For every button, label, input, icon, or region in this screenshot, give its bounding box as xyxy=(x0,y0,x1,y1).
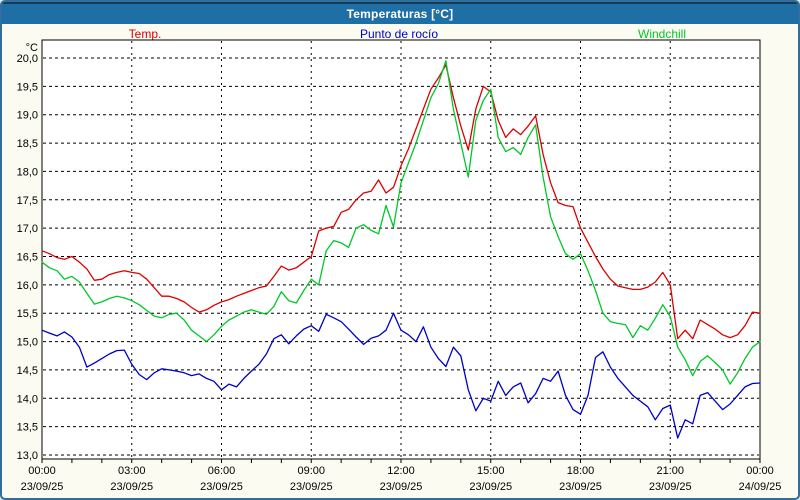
plot-border xyxy=(42,40,760,459)
app-window: Temperaturas [°C] Temp. Punto de rocío W… xyxy=(0,0,800,500)
x-tick-date-label: 23/09/25 xyxy=(21,481,64,493)
y-tick-label: 16,0 xyxy=(17,280,38,292)
y-tick-label: 15,0 xyxy=(17,337,38,349)
y-axis-unit-label: °C xyxy=(26,42,38,54)
x-tick-date-label: 23/09/25 xyxy=(649,481,692,493)
plot-background xyxy=(42,40,760,459)
y-tick-label: 14,0 xyxy=(17,393,38,405)
x-tick-date-label: 23/09/25 xyxy=(110,481,153,493)
x-tick-time-label: 00:00 xyxy=(28,465,56,477)
x-tick-date-label: 23/09/25 xyxy=(200,481,243,493)
y-tick-label: 19,0 xyxy=(17,110,38,122)
windchill-line xyxy=(42,61,760,384)
x-tick-time-label: 15:00 xyxy=(477,465,505,477)
legend-temp: Temp. xyxy=(129,27,162,41)
y-tick-label: 16,5 xyxy=(17,252,38,264)
x-tick-date-label: 23/09/25 xyxy=(290,481,333,493)
y-tick-label: 18,0 xyxy=(17,166,38,178)
x-tick-time-label: 03:00 xyxy=(118,465,146,477)
y-tick-label: 13,0 xyxy=(17,450,38,462)
x-tick-date-label: 23/09/25 xyxy=(559,481,602,493)
y-tick-label: 18,5 xyxy=(17,138,38,150)
x-tick-time-label: 21:00 xyxy=(656,465,684,477)
y-tick-label: 14,5 xyxy=(17,365,38,377)
x-tick-date-label: 23/09/25 xyxy=(469,481,512,493)
temp-line xyxy=(42,65,760,339)
y-tick-label: 13,5 xyxy=(17,422,38,434)
x-tick-time-label: 06:00 xyxy=(208,465,236,477)
y-tick-label: 19,5 xyxy=(17,81,38,93)
y-tick-label: 15,5 xyxy=(17,308,38,320)
x-tick-time-label: 00:00 xyxy=(746,465,774,477)
x-tick-time-label: 12:00 xyxy=(387,465,415,477)
y-tick-label: 17,0 xyxy=(17,223,38,235)
window-title: Temperaturas [°C] xyxy=(347,7,454,21)
x-tick-time-label: 18:00 xyxy=(567,465,595,477)
legend-dew-point: Punto de rocío xyxy=(360,27,438,41)
dew-point-line xyxy=(42,313,760,438)
y-tick-label: 17,5 xyxy=(17,195,38,207)
chart-plot: 20,0 19,5 19,0 18,5 18,0 17,5 17,0 16,5 16,0 15,5… xyxy=(2,2,798,498)
legend-windchill: Windchill xyxy=(638,27,686,41)
x-tick-time-label: 09:00 xyxy=(297,465,325,477)
x-tick-date-label: 23/09/25 xyxy=(380,481,423,493)
y-tick-label: 20,0 xyxy=(17,53,38,65)
x-tick-date-label: 24/09/25 xyxy=(739,481,782,493)
titlebar: Temperaturas [°C] xyxy=(2,2,798,24)
